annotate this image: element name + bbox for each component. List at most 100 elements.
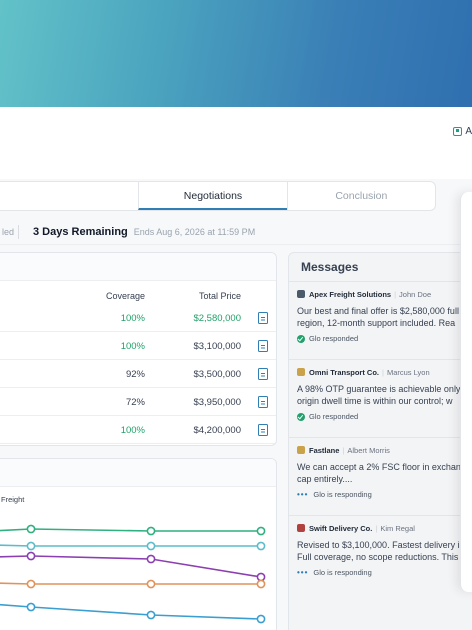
sender-separator: | (394, 289, 397, 299)
message-company: Apex Freight Solutions (309, 289, 392, 299)
top-action-label: A (465, 125, 472, 137)
typing-dots-icon: ••• (297, 490, 309, 499)
message-line: Our best and final offer is $2,580,000 f… (297, 306, 459, 316)
message-status-text: Glo responded (309, 412, 359, 421)
total-price-column-header: Total Price (198, 291, 241, 301)
messages-title: Messages (301, 260, 359, 274)
chart-svg (0, 524, 266, 624)
check-icon (297, 412, 305, 421)
company-logo-icon (297, 368, 305, 376)
message-company: Omni Transport Co. (309, 367, 380, 377)
days-remaining: 3 Days Remaining (33, 225, 128, 238)
chart-point[interactable] (256, 579, 266, 589)
message-item[interactable]: Swift Delivery Co. | Kim Regal Revised to $… (297, 521, 472, 577)
chart-point[interactable] (26, 579, 36, 589)
message-status-text: Glo is responding (313, 568, 372, 577)
chart-point[interactable] (256, 526, 266, 536)
offer-coverage: 100% (120, 425, 145, 436)
offer-total-price: $3,950,000 (193, 397, 241, 408)
chart-series-line (0, 544, 261, 547)
chart-point[interactable] (146, 541, 156, 551)
chart-point[interactable] (146, 610, 156, 620)
offer-total-price: $2,580,000 (193, 313, 241, 324)
top-bar: A (0, 107, 472, 179)
document-icon[interactable] (258, 396, 268, 408)
chart-point[interactable] (256, 614, 266, 624)
message-line: region, 12-month support included. Rea (297, 318, 456, 328)
sender-separator: | (342, 445, 345, 455)
message-line: A 98% OTP guarantee is achievable only (297, 384, 461, 394)
message-person: Marcus Lyon (386, 367, 430, 377)
check-icon (297, 334, 305, 343)
messages-divider (289, 281, 472, 282)
offer-total-price: $4,200,000 (193, 425, 241, 436)
message-sender: Fastlane | Albert Morris (297, 443, 472, 457)
typing-dots-icon: ••• (297, 568, 309, 577)
chart-series-line (0, 603, 262, 620)
tab-conclusion[interactable]: Conclusion (286, 182, 435, 210)
message-status: Glo responded (297, 412, 472, 421)
message-sender: Apex Freight Solutions | John Doe (297, 287, 472, 301)
message-item[interactable]: Apex Freight Solutions | John Doe Our best … (297, 287, 472, 343)
message-status: Glo responded (297, 334, 472, 343)
company-logo-icon (297, 446, 305, 454)
message-status: ••• Glo is responding (297, 568, 472, 577)
chart-series-line (0, 555, 262, 578)
message-person: Kim Regal (380, 523, 415, 533)
hero-banner (0, 0, 472, 107)
chart-point[interactable] (146, 526, 156, 536)
chart-point[interactable] (26, 602, 36, 612)
document-icon[interactable] (258, 424, 268, 436)
message-line: Full coverage, no scope reductions. This (297, 552, 459, 562)
message-company: Fastlane (309, 445, 340, 455)
offer-coverage: 100% (120, 341, 145, 352)
chart-series-line (0, 582, 261, 585)
chart-series-line (0, 528, 261, 532)
top-action-button[interactable]: A (453, 123, 472, 139)
chart-point[interactable] (146, 554, 156, 564)
message-sender: Swift Delivery Co. | Kim Regal (297, 521, 472, 535)
document-icon[interactable] (258, 312, 268, 324)
chart-point[interactable] (26, 541, 36, 551)
status-divider (18, 224, 19, 239)
company-logo-icon (297, 290, 305, 298)
sender-separator: | (375, 523, 378, 533)
document-icon[interactable] (258, 368, 268, 380)
offers-card-header (0, 253, 276, 281)
message-item[interactable]: Fastlane | Albert Morris We can accept a 2%… (297, 443, 472, 499)
offer-total-price: $3,500,000 (193, 369, 241, 380)
sender-separator: | (382, 367, 384, 377)
messages-panel: Messages Apex Freight Solutions | John Doe… (288, 252, 472, 630)
chart-point[interactable] (146, 579, 156, 589)
tab-negotiations[interactable]: Negotiations (138, 182, 287, 210)
offer-row[interactable]: 100% $3,100,000 (0, 332, 276, 360)
message-status-text: Glo responded (309, 334, 359, 343)
offer-row[interactable]: 100% $4,200,000 (0, 416, 276, 444)
offer-coverage: 72% (125, 397, 145, 408)
offer-row[interactable]: 72% $3,950,000 (0, 388, 276, 416)
message-body: Revised to $3,100,000. Fastest delivery … (297, 539, 472, 563)
tab-previous[interactable] (0, 182, 138, 210)
document-icon[interactable] (258, 340, 268, 352)
chart-point[interactable] (26, 551, 36, 561)
app-icon (453, 126, 463, 136)
chart-point[interactable] (256, 541, 266, 551)
chart-point[interactable] (26, 524, 36, 534)
status-bar: led 3 Days Remaining Ends Aug 6, 2026 at… (0, 219, 472, 245)
message-body: We can accept a 2% FSC floor in exchang c… (297, 461, 472, 485)
message-status-text: Glo is responding (313, 490, 372, 499)
side-drawer (460, 192, 472, 592)
offer-total-price: $3,100,000 (193, 341, 241, 352)
message-item[interactable]: Omni Transport Co. | Marcus Lyon A 98% OTP … (297, 365, 472, 421)
message-body: A 98% OTP guarantee is achievable only or… (297, 383, 472, 407)
message-line: We can accept a 2% FSC floor in exchang (297, 462, 466, 472)
status-ended-text: led (1, 226, 14, 237)
company-logo-icon (297, 524, 305, 532)
separator-line (289, 515, 472, 516)
chart-point[interactable] (256, 572, 266, 582)
offer-row[interactable]: 100% $2,580,000 (0, 304, 276, 332)
deadline-text: Ends Aug 6, 2026 at 11:59 PM (133, 226, 256, 237)
message-line: origin dwell time is within our control;… (297, 396, 453, 406)
offer-row[interactable]: 92% $3,500,000 (0, 360, 276, 388)
message-person: John Doe (399, 289, 432, 299)
